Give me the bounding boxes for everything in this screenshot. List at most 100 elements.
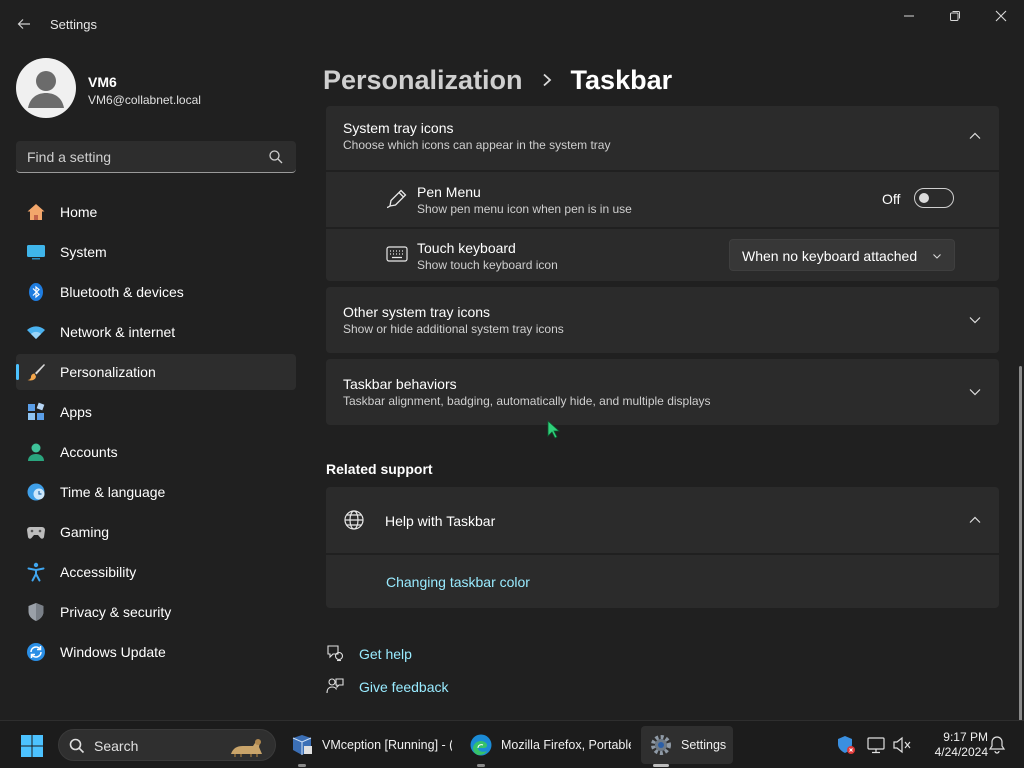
breadcrumb-parent[interactable]: Personalization <box>323 65 523 96</box>
feedback-icon <box>326 678 344 694</box>
card-title: Help with Taskbar <box>385 513 496 529</box>
brush-icon <box>27 364 45 381</box>
user-name: VM6 <box>88 74 117 90</box>
card-title: Taskbar behaviors <box>343 376 457 392</box>
active-indicator <box>653 764 669 767</box>
sidebar-item-personalization[interactable]: Personalization <box>16 354 296 390</box>
settings-window: Settings VM6 VM6@collabnet.local Home <box>0 0 1024 720</box>
virtualbox-icon <box>292 735 312 755</box>
restore-icon <box>950 11 960 21</box>
gamepad-icon <box>27 527 45 539</box>
taskbar-behaviors-card[interactable]: Taskbar behaviors Taskbar alignment, bad… <box>326 359 999 425</box>
sidebar-item-time-language[interactable]: Time & language <box>16 474 296 510</box>
back-button[interactable] <box>12 12 36 36</box>
volume-muted-icon[interactable] <box>892 735 912 755</box>
sidebar-item-apps[interactable]: Apps <box>16 394 296 430</box>
find-setting-input[interactable] <box>16 141 256 172</box>
sidebar-item-accessibility[interactable]: Accessibility <box>16 554 296 590</box>
system-tray-icons-header[interactable]: System tray icons Choose which icons can… <box>326 106 999 170</box>
help-with-taskbar-header[interactable]: Help with Taskbar <box>326 487 999 553</box>
vertical-scrollbar[interactable] <box>1019 366 1022 720</box>
chevron-down-icon[interactable] <box>967 384 983 400</box>
taskbar-clock[interactable]: 9:17 PM 4/24/2024 <box>918 730 988 760</box>
touch-keyboard-dropdown[interactable]: When no keyboard attached <box>729 239 955 271</box>
sidebar-item-gaming[interactable]: Gaming <box>16 514 296 550</box>
taskbar-app-settings[interactable]: Settings <box>641 726 733 767</box>
touch-keyboard-subtitle: Show touch keyboard icon <box>417 258 558 272</box>
sidebar: VM6 VM6@collabnet.local Home System Blue… <box>0 48 310 720</box>
get-help-link[interactable]: Get help <box>359 646 412 662</box>
sidebar-item-label: Home <box>60 204 98 220</box>
minimize-icon <box>904 15 914 17</box>
running-indicator <box>477 764 485 767</box>
sidebar-item-windows-update[interactable]: Windows Update <box>16 634 296 670</box>
nav-list: Home System Bluetooth & devices Network … <box>16 194 296 674</box>
sidebar-item-label: Apps <box>60 404 92 420</box>
card-subtitle: Choose which icons can appear in the sys… <box>343 138 611 152</box>
sidebar-item-bluetooth[interactable]: Bluetooth & devices <box>16 274 296 310</box>
search-icon[interactable] <box>268 149 284 165</box>
minimize-button[interactable] <box>886 4 932 28</box>
help-links-row: Changing taskbar color <box>326 555 999 608</box>
touch-keyboard-row: Touch keyboard Show touch keyboard icon … <box>326 229 999 281</box>
pen-menu-state: Off <box>882 191 901 207</box>
sidebar-item-label: Network & internet <box>60 324 176 340</box>
pen-menu-toggle[interactable] <box>914 188 954 208</box>
maximize-button[interactable] <box>932 4 978 28</box>
touch-keyboard-title: Touch keyboard <box>417 240 516 256</box>
changing-taskbar-color-link[interactable]: Changing taskbar color <box>386 574 530 590</box>
bluetooth-icon <box>29 283 43 301</box>
sidebar-item-system[interactable]: System <box>16 234 296 270</box>
apps-icon <box>28 402 45 420</box>
search-icon <box>69 738 85 754</box>
user-profile[interactable]: VM6 VM6@collabnet.local <box>16 58 306 118</box>
notification-bell-icon[interactable] <box>987 735 1007 755</box>
taskbar-search[interactable]: Search <box>58 729 276 761</box>
close-button[interactable] <box>978 4 1024 28</box>
sidebar-item-label: Time & language <box>60 484 166 500</box>
keyboard-icon <box>386 246 408 262</box>
title-bar: Settings <box>0 0 1024 48</box>
card-subtitle: Show or hide additional system tray icon… <box>343 322 564 336</box>
find-setting-box[interactable] <box>16 141 296 173</box>
mouse-cursor-icon <box>547 420 561 439</box>
sidebar-item-network[interactable]: Network & internet <box>16 314 296 350</box>
pen-menu-subtitle: Show pen menu icon when pen is in use <box>417 202 632 216</box>
sidebar-item-privacy-security[interactable]: Privacy & security <box>16 594 296 630</box>
close-icon <box>995 10 1007 22</box>
search-highlight-dog-icon <box>231 739 262 757</box>
chevron-up-icon[interactable] <box>967 128 983 144</box>
pen-menu-row: Pen Menu Show pen menu icon when pen is … <box>326 172 999 227</box>
give-feedback-link[interactable]: Give feedback <box>359 679 449 695</box>
pen-menu-title: Pen Menu <box>417 184 481 200</box>
related-support-heading: Related support <box>326 461 433 477</box>
card-subtitle: Taskbar alignment, badging, automaticall… <box>343 394 711 408</box>
other-system-tray-icons-card[interactable]: Other system tray icons Show or hide add… <box>326 287 999 353</box>
chevron-up-icon[interactable] <box>967 512 983 528</box>
system-icon <box>27 245 45 260</box>
network-icon[interactable] <box>866 735 886 755</box>
windows-start-icon[interactable] <box>20 734 44 758</box>
chevron-down-icon[interactable] <box>967 312 983 328</box>
clock-date: 4/24/2024 <box>934 745 988 759</box>
sidebar-item-label: Bluetooth & devices <box>60 284 184 300</box>
taskbar-app-label: VMception [Running] - ( <box>322 738 452 752</box>
main-content: Personalization Taskbar System tray icon… <box>310 48 1024 720</box>
defender-alert-icon[interactable] <box>836 735 856 755</box>
taskbar-search-label: Search <box>94 738 139 754</box>
taskbar-app-label: Mozilla Firefox, Portable <box>501 738 631 752</box>
taskbar-app-virtualbox[interactable]: VMception [Running] - ( <box>282 726 452 767</box>
sidebar-item-label: System <box>60 244 107 260</box>
home-icon <box>27 204 45 220</box>
sidebar-item-label: Privacy & security <box>60 604 172 620</box>
sidebar-item-label: Personalization <box>60 364 156 380</box>
sidebar-item-label: Gaming <box>60 524 110 540</box>
toggle-knob <box>919 193 929 203</box>
clock-time: 9:17 PM <box>943 730 988 744</box>
page-title: Taskbar <box>570 64 673 95</box>
sidebar-item-home[interactable]: Home <box>16 194 296 230</box>
sidebar-item-accounts[interactable]: Accounts <box>16 434 296 470</box>
avatar <box>16 58 76 118</box>
person-icon <box>28 71 64 108</box>
taskbar-app-browser[interactable]: Mozilla Firefox, Portable <box>461 726 631 767</box>
